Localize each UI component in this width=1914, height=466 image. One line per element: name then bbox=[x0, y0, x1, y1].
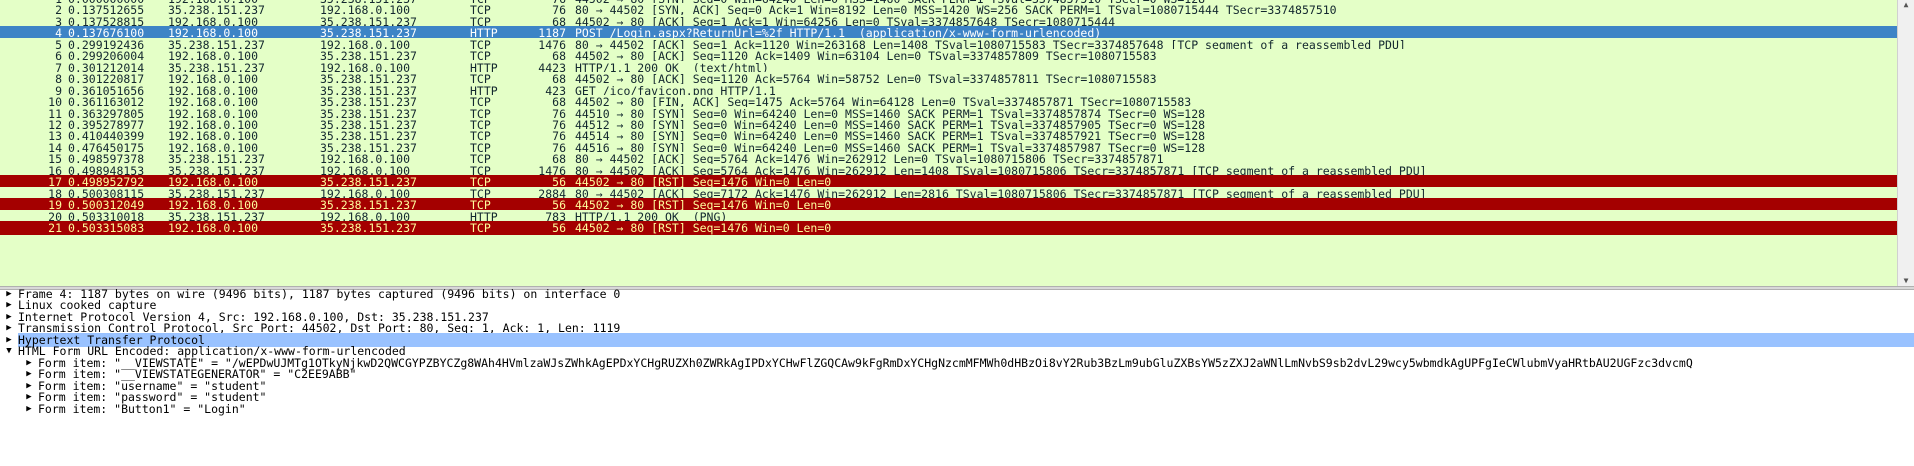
packet-no: 21 bbox=[48, 221, 62, 235]
form-item-node[interactable]: ▶ Form item: "Button1" = "Login" bbox=[0, 402, 1914, 416]
packet-list-scrollbar[interactable]: ▲ ▼ bbox=[1897, 0, 1914, 286]
chevron-right-icon[interactable]: ▶ bbox=[24, 402, 34, 416]
packet-proto: TCP bbox=[470, 221, 491, 235]
packet-row[interactable]: 21 0.503315083 192.168.0.100 35.238.151.237… bbox=[0, 221, 1898, 235]
packet-src: 192.168.0.100 bbox=[168, 221, 259, 235]
scroll-up-arrow-icon[interactable]: ▲ bbox=[1898, 0, 1914, 10]
packet-dst: 35.238.151.237 bbox=[320, 221, 417, 235]
tree-node-label: Form item: "Button1" = "Login" bbox=[38, 401, 246, 416]
scroll-down-arrow-icon[interactable]: ▼ bbox=[1898, 276, 1914, 286]
packet-len: 56 bbox=[552, 221, 566, 235]
packet-list[interactable]: 10.000000000192.168.0.10035.238.151.237T… bbox=[0, 0, 1914, 286]
packet-info: 44502 → 80 [RST] Seq=1476 Win=0 Len=0 bbox=[575, 221, 832, 235]
packet-time: 0.503315083 bbox=[68, 221, 145, 235]
packet-details[interactable]: ▶ Frame 4: 1187 bytes on wire (9496 bits)… bbox=[0, 287, 1914, 466]
